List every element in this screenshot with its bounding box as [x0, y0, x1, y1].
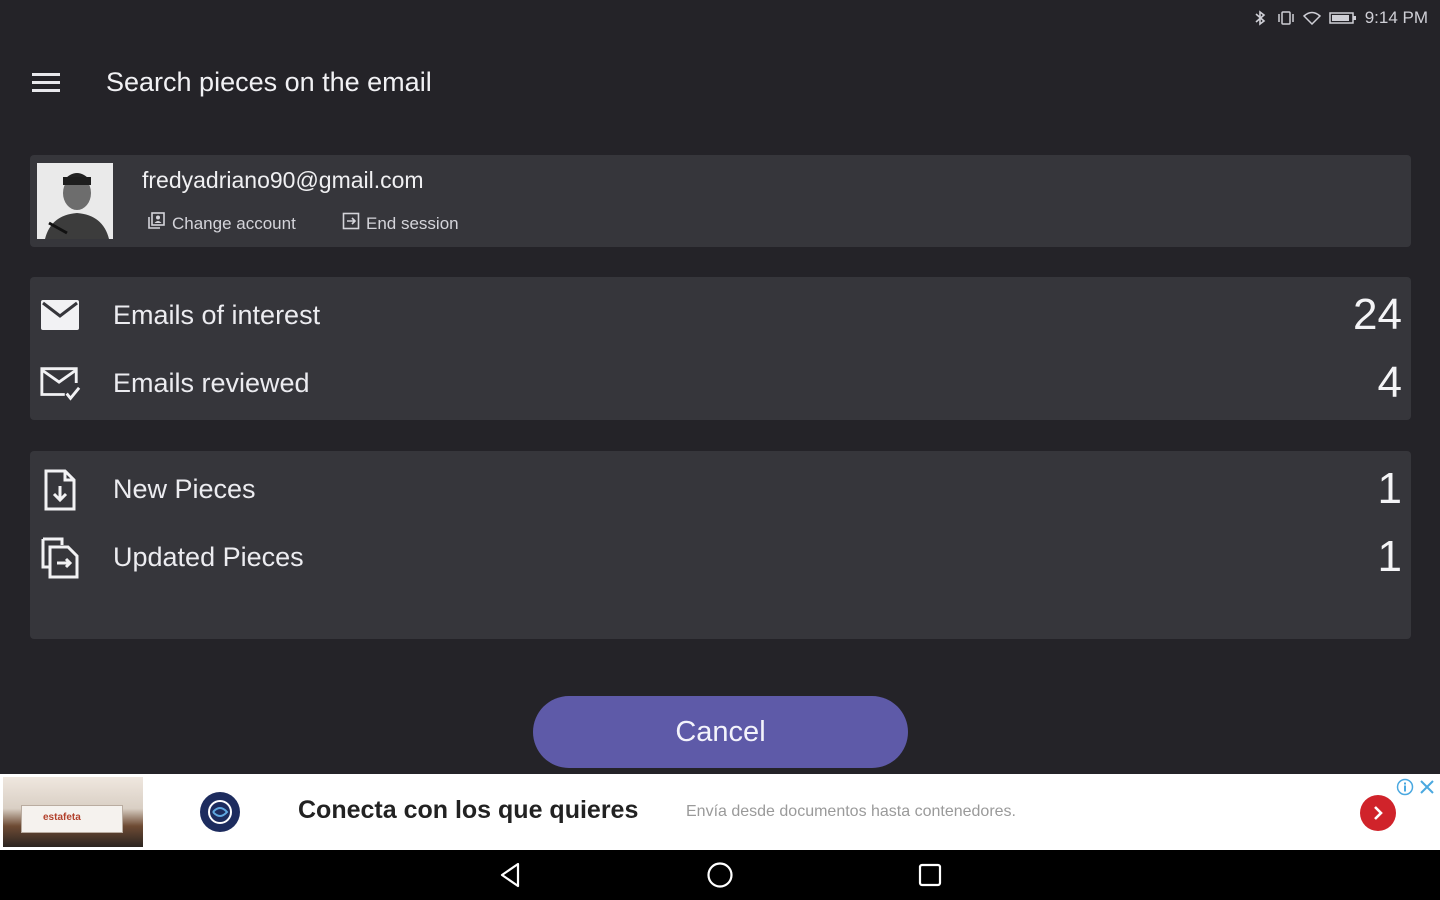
- system-nav-bar: [0, 850, 1440, 900]
- ad-info-icon[interactable]: [1396, 778, 1414, 796]
- ad-image[interactable]: estafeta: [3, 777, 143, 847]
- avatar: [37, 163, 113, 239]
- stat-label: New Pieces: [113, 474, 256, 504]
- battery-icon: [1328, 11, 1357, 25]
- account-card: fredyadriano90@gmail.com Change account …: [30, 155, 1411, 247]
- stat-value: 1: [1377, 464, 1402, 513]
- recents-icon[interactable]: [915, 860, 945, 890]
- stat-label: Updated Pieces: [113, 542, 304, 572]
- vibrate-icon: [1277, 11, 1295, 25]
- advertiser-logo-icon[interactable]: [200, 792, 240, 832]
- ad-title[interactable]: Conecta con los que quieres: [298, 796, 638, 825]
- account-switch-icon: [148, 212, 166, 235]
- stat-row-new-pieces: New Pieces 1: [30, 459, 1411, 519]
- stat-row-updated-pieces: Updated Pieces 1: [30, 527, 1411, 587]
- stat-label: Emails reviewed: [113, 368, 310, 398]
- stat-value: 1: [1377, 532, 1402, 581]
- stat-value: 24: [1353, 290, 1402, 339]
- stat-row-emails-of-interest: Emails of interest 24: [30, 285, 1411, 345]
- file-download-icon: [39, 469, 81, 511]
- mail-icon: [39, 295, 81, 337]
- back-icon[interactable]: [495, 860, 525, 890]
- logout-icon: [342, 212, 360, 235]
- stat-label: Emails of interest: [113, 300, 321, 330]
- status-bar: 9:14 PM: [0, 0, 1440, 36]
- account-email: fredyadriano90@gmail.com: [142, 167, 424, 193]
- email-stats-card: Emails of interest 24 Emails reviewed 4: [30, 277, 1411, 420]
- stat-value: 4: [1377, 358, 1402, 407]
- app-bar: Search pieces on the email: [0, 50, 1440, 114]
- end-session-label: End session: [366, 213, 459, 233]
- stat-row-emails-reviewed: Emails reviewed 4: [30, 353, 1411, 413]
- ad-open-button[interactable]: [1360, 795, 1396, 831]
- piece-stats-card: New Pieces 1 Updated Pieces 1: [30, 451, 1411, 639]
- mail-check-icon: [39, 363, 81, 405]
- file-sync-icon: [39, 537, 81, 579]
- ad-image-label: estafeta: [43, 812, 81, 823]
- cancel-button[interactable]: Cancel: [533, 696, 908, 768]
- end-session-button[interactable]: End session: [342, 212, 459, 235]
- change-account-label: Change account: [172, 213, 296, 233]
- bluetooth-icon: [1251, 10, 1269, 26]
- change-account-button[interactable]: Change account: [148, 212, 296, 235]
- wifi-icon: [1302, 11, 1321, 25]
- status-time: 9:14 PM: [1364, 8, 1428, 27]
- page-title: Search pieces on the email: [106, 67, 432, 97]
- ad-description: Envía desde documentos hasta contenedore…: [686, 803, 1016, 820]
- ad-close-icon[interactable]: [1418, 778, 1436, 796]
- hamburger-menu-icon[interactable]: [26, 66, 66, 98]
- ad-banner[interactable]: estafeta Conecta con los que quieres Env…: [0, 774, 1440, 850]
- home-icon[interactable]: [705, 860, 735, 890]
